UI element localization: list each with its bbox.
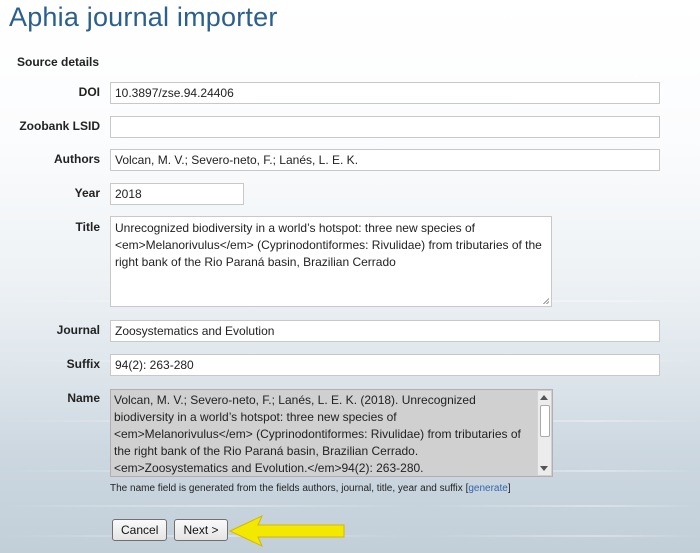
name-label: Name bbox=[67, 391, 100, 405]
generate-link[interactable]: generate bbox=[468, 483, 507, 494]
year-label: Year bbox=[74, 186, 100, 200]
authors-field[interactable]: Volcan, M. V.; Severo-neto, F.; Lanés, L… bbox=[110, 149, 660, 171]
scroll-thumb[interactable] bbox=[540, 405, 550, 437]
year-field[interactable]: 2018 bbox=[110, 183, 244, 205]
title-textarea[interactable]: Unrecognized biodiversity in a world’s h… bbox=[110, 216, 552, 307]
scroll-up-icon[interactable] bbox=[540, 395, 548, 400]
next-button[interactable]: Next > bbox=[174, 519, 228, 541]
title-text: Unrecognized biodiversity in a world’s h… bbox=[115, 221, 542, 269]
cancel-button[interactable]: Cancel bbox=[112, 519, 167, 541]
bracket-close: ] bbox=[507, 483, 511, 494]
journal-label: Journal bbox=[56, 323, 100, 337]
suffix-label: Suffix bbox=[66, 357, 100, 371]
doi-field[interactable]: 10.3897/zse.94.24406 bbox=[110, 82, 660, 104]
journal-field[interactable]: Zoosystematics and Evolution bbox=[110, 320, 660, 342]
resize-grip-icon[interactable] bbox=[543, 298, 549, 304]
authors-label: Authors bbox=[54, 152, 100, 166]
name-textarea[interactable]: Volcan, M. V.; Severo-neto, F.; Lanés, L… bbox=[110, 389, 553, 477]
page-title: Aphia journal importer bbox=[9, 2, 278, 32]
doi-label: DOI bbox=[78, 85, 100, 99]
name-scrollbar[interactable] bbox=[537, 391, 551, 475]
title-label: Title bbox=[75, 220, 100, 234]
suffix-field[interactable]: 94(2): 263-280 bbox=[110, 354, 660, 376]
name-help-note: The name field is generated from the fie… bbox=[110, 483, 511, 494]
name-help-text: The name field is generated from the fie… bbox=[110, 483, 463, 494]
zoobank-field[interactable] bbox=[110, 116, 660, 138]
arrow-pointer-icon bbox=[228, 515, 345, 547]
name-text: Volcan, M. V.; Severo-neto, F.; Lanés, L… bbox=[114, 393, 521, 475]
scroll-down-icon[interactable] bbox=[540, 466, 548, 471]
zoobank-label: Zoobank LSID bbox=[19, 119, 100, 133]
section-heading: Source details bbox=[17, 55, 100, 69]
